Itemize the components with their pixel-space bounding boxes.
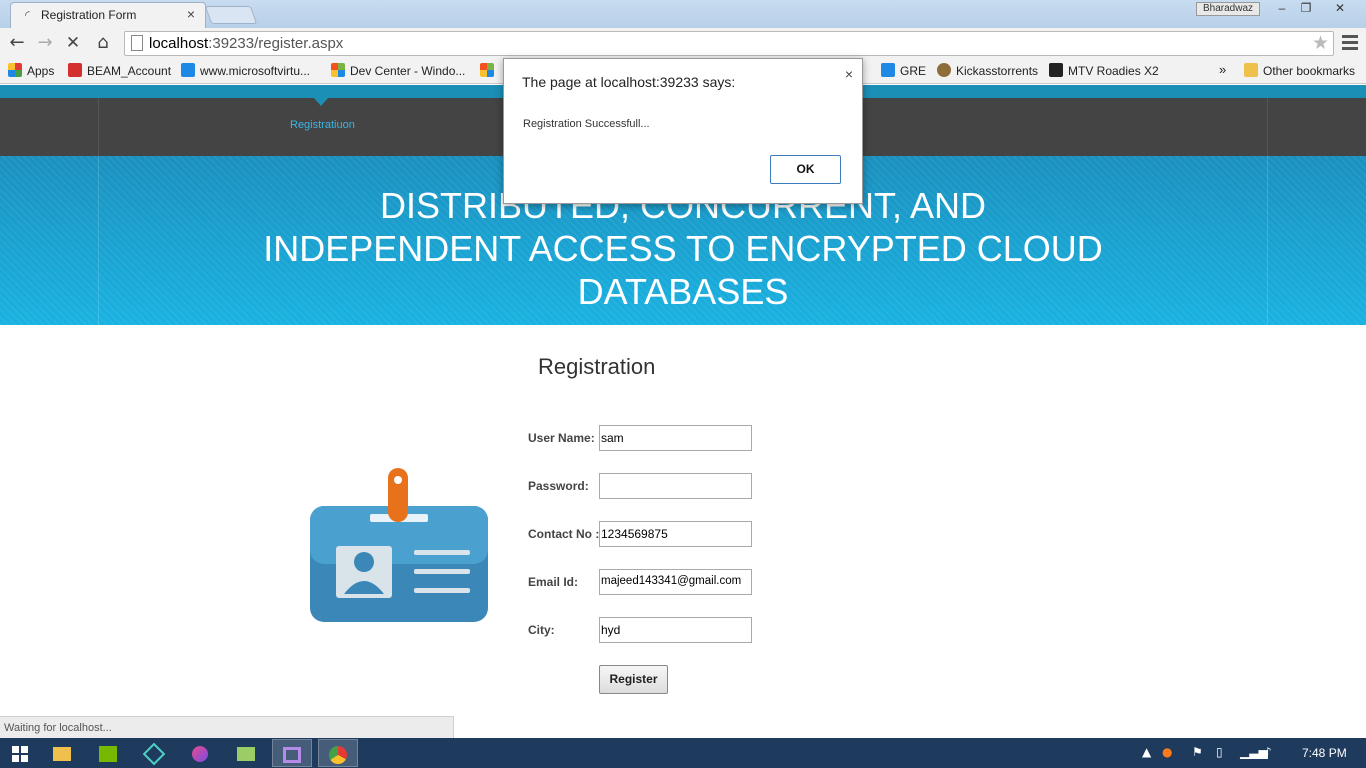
- email-label: Email Id:: [528, 575, 579, 589]
- address-bar[interactable]: localhost:39233/register.aspx ★: [124, 31, 1334, 56]
- nav-link-registration[interactable]: Registratiuon: [290, 119, 355, 131]
- bookmark-mtv-roadies[interactable]: MTV Roadies X2: [1049, 63, 1159, 78]
- bookmark-beam-account[interactable]: BEAM_Account: [68, 63, 171, 78]
- action-center-flag-icon[interactable]: ⚑: [1192, 745, 1203, 759]
- banner-divider: [1267, 156, 1268, 325]
- taskbar-clock[interactable]: 7:48 PM: [1302, 746, 1347, 760]
- contact-label: Contact No :: [528, 527, 600, 541]
- kickass-icon: [937, 63, 951, 77]
- stop-loading-icon[interactable]: ✕: [62, 32, 84, 54]
- password-input[interactable]: [599, 473, 752, 499]
- bookmark-apps[interactable]: Apps: [8, 63, 54, 78]
- page-icon: [131, 35, 143, 51]
- google-g-icon: [881, 63, 895, 77]
- dialog-message: Registration Successfull...: [523, 118, 650, 130]
- status-bubble: Waiting for localhost...: [0, 716, 454, 738]
- bookmarks-overflow-chevron[interactable]: »: [1219, 62, 1226, 77]
- new-tab-button[interactable]: [204, 6, 258, 24]
- folder-icon: [1244, 63, 1258, 77]
- contact-input[interactable]: 1234569875: [599, 521, 752, 547]
- tab-registration-form[interactable]: ◜ Registration Form ×: [10, 2, 206, 28]
- media-player-icon[interactable]: [180, 739, 220, 767]
- url-text: localhost:39233/register.aspx: [149, 35, 344, 52]
- windows-icon: [331, 63, 345, 77]
- id-card-illustration: [308, 466, 490, 626]
- windows-icon: [480, 63, 494, 77]
- bookmark-gre[interactable]: GRE: [881, 63, 926, 78]
- file-explorer-icon[interactable]: [42, 739, 82, 767]
- email-input[interactable]: majeed143341@gmail.com: [599, 569, 752, 595]
- window-close-button[interactable]: ✕: [1318, 0, 1362, 18]
- window-restore-button[interactable]: ❐: [1294, 0, 1318, 18]
- nvidia-icon[interactable]: [88, 739, 128, 767]
- forward-arrow-icon[interactable]: →: [34, 32, 56, 54]
- bookmark-dev-center[interactable]: Dev Center - Windo...: [331, 63, 465, 78]
- tab-close-button[interactable]: ×: [187, 6, 195, 22]
- browser-tab-strip: ◜ Registration Form × Bharadwaz – ❐ ✕: [0, 0, 1366, 28]
- tab-title: Registration Form: [41, 8, 137, 22]
- start-button[interactable]: [0, 739, 40, 767]
- windows-taskbar: ▲ ● ⚑ ▯ ▁▃▅ ♪ 7:48 PM: [0, 738, 1366, 768]
- power-icon[interactable]: ▯: [1216, 745, 1223, 759]
- dialog-title: The page at localhost:39233 says:: [522, 74, 736, 90]
- show-hidden-icons-chevron[interactable]: ▲: [1142, 745, 1151, 759]
- mtv-icon: [1049, 63, 1063, 77]
- banner-divider: [98, 156, 99, 325]
- username-label: User Name:: [528, 431, 595, 445]
- update-icon[interactable]: ●: [1162, 745, 1172, 759]
- mva-icon: [181, 63, 195, 77]
- volume-icon[interactable]: ♪: [1264, 745, 1272, 759]
- visual-studio-icon[interactable]: [272, 739, 312, 767]
- active-nav-marker: [314, 98, 328, 106]
- profile-badge[interactable]: Bharadwaz: [1196, 2, 1260, 16]
- form-title: Registration: [538, 354, 656, 379]
- shared-folder-icon[interactable]: [226, 739, 266, 767]
- username-input[interactable]: sam: [599, 425, 752, 451]
- bookmark-star-icon[interactable]: ★: [1312, 32, 1329, 54]
- dialog-ok-button[interactable]: OK: [770, 155, 841, 184]
- nav-divider: [98, 98, 99, 156]
- nav-divider: [1267, 98, 1268, 156]
- windows-logo-icon: [12, 745, 28, 762]
- bookmark-windows-hidden[interactable]: [480, 63, 499, 78]
- other-bookmarks-folder[interactable]: Other bookmarks: [1244, 63, 1355, 78]
- password-label: Password:: [528, 479, 589, 493]
- dialog-close-button[interactable]: ×: [845, 66, 853, 82]
- chrome-icon[interactable]: [318, 739, 358, 767]
- alert-dialog: The page at localhost:39233 says: × Regi…: [503, 58, 863, 204]
- register-button[interactable]: Register: [599, 665, 668, 694]
- back-arrow-icon[interactable]: ←: [6, 32, 28, 54]
- window-minimize-button[interactable]: –: [1270, 0, 1294, 18]
- home-icon[interactable]: ⌂: [92, 32, 114, 54]
- apps-grid-icon: [8, 63, 22, 77]
- city-label: City:: [528, 623, 555, 637]
- browser-toolbar: ← → ✕ ⌂ localhost:39233/register.aspx ★: [0, 28, 1366, 58]
- app-cube-icon[interactable]: [134, 739, 174, 767]
- chrome-menu-icon[interactable]: [1340, 32, 1360, 52]
- loading-spinner-icon: ◜: [25, 8, 30, 22]
- act-logo-icon: [68, 63, 82, 77]
- bookmark-kickasstorrents[interactable]: Kickasstorrents: [937, 63, 1038, 78]
- bookmark-microsoft-virtual-academy[interactable]: www.microsoftvirtu...: [181, 63, 310, 78]
- city-input[interactable]: hyd: [599, 617, 752, 643]
